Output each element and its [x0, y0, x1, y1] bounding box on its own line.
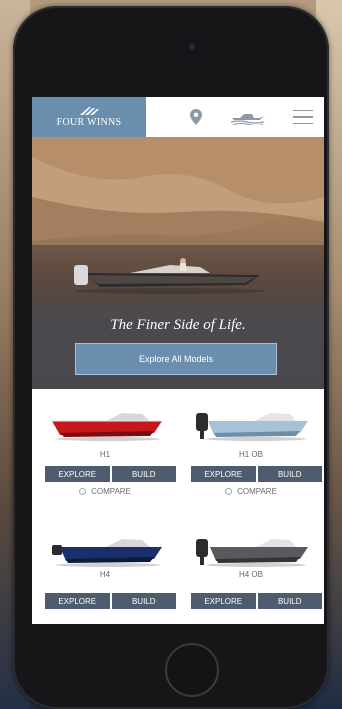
- model-card-h4: H4 EXPLORE BUILD: [32, 529, 178, 624]
- home-button[interactable]: [165, 643, 219, 697]
- boat-h1-ob-image[interactable]: [192, 403, 312, 443]
- cliff-backdrop: [32, 137, 324, 247]
- model-grid: H1 EXPLORE BUILD COMPARE H1 OB EXPLORE B…: [32, 389, 324, 624]
- build-button[interactable]: BUILD: [111, 593, 176, 609]
- site-header: FOUR WINNS: [32, 97, 324, 137]
- compare-label: COMPARE: [91, 487, 131, 496]
- model-actions: EXPLORE BUILD: [191, 466, 322, 482]
- explore-button[interactable]: EXPLORE: [191, 466, 256, 482]
- compare-checkbox[interactable]: COMPARE: [32, 487, 178, 496]
- brand-logo[interactable]: FOUR WINNS: [32, 97, 146, 137]
- front-camera: [189, 44, 195, 50]
- hero-tagline: The Finer Side of Life.: [110, 317, 246, 333]
- boat-h4-ob-image[interactable]: [192, 529, 312, 569]
- compare-label: COMPARE: [237, 487, 277, 496]
- compare-radio-icon[interactable]: [79, 488, 87, 495]
- boat-icon[interactable]: [230, 107, 266, 127]
- explore-all-models-button[interactable]: Explore All Models: [75, 343, 277, 375]
- location-pin-icon[interactable]: [189, 107, 203, 127]
- explore-button[interactable]: EXPLORE: [45, 466, 110, 482]
- model-card-h1-ob: H1 OB EXPLORE BUILD COMPARE: [178, 389, 324, 504]
- model-actions: EXPLORE BUILD: [191, 593, 322, 609]
- model-actions: EXPLORE BUILD: [45, 593, 176, 609]
- hero-banner: The Finer Side of Life. Explore All Mode…: [32, 137, 324, 389]
- model-name: H1 OB: [238, 450, 263, 459]
- compare-checkbox[interactable]: COMPARE: [178, 487, 324, 496]
- boat-h1-image[interactable]: [46, 403, 166, 443]
- logo-text: FOUR WINNS: [56, 117, 122, 128]
- logo-sail-icon: [80, 107, 99, 115]
- build-button[interactable]: BUILD: [111, 466, 176, 482]
- explore-button[interactable]: EXPLORE: [45, 593, 110, 609]
- model-name: H4: [99, 570, 111, 579]
- hamburger-menu-icon[interactable]: [292, 107, 314, 127]
- hero-boat-image: [74, 258, 265, 294]
- explore-button[interactable]: EXPLORE: [191, 593, 256, 609]
- model-name: H4 OB: [238, 570, 263, 579]
- phone-screen: FOUR WINNS The Finer Side of Life. Explo…: [32, 97, 324, 624]
- model-actions: EXPLORE BUILD: [45, 466, 176, 482]
- build-button[interactable]: BUILD: [257, 593, 322, 609]
- boat-h4-image[interactable]: [46, 529, 166, 569]
- model-card-h1: H1 EXPLORE BUILD COMPARE: [32, 389, 178, 504]
- build-button[interactable]: BUILD: [257, 466, 322, 482]
- compare-radio-icon[interactable]: [225, 488, 233, 495]
- model-name: H1: [99, 450, 111, 459]
- model-card-h4-ob: H4 OB EXPLORE BUILD: [178, 529, 324, 624]
